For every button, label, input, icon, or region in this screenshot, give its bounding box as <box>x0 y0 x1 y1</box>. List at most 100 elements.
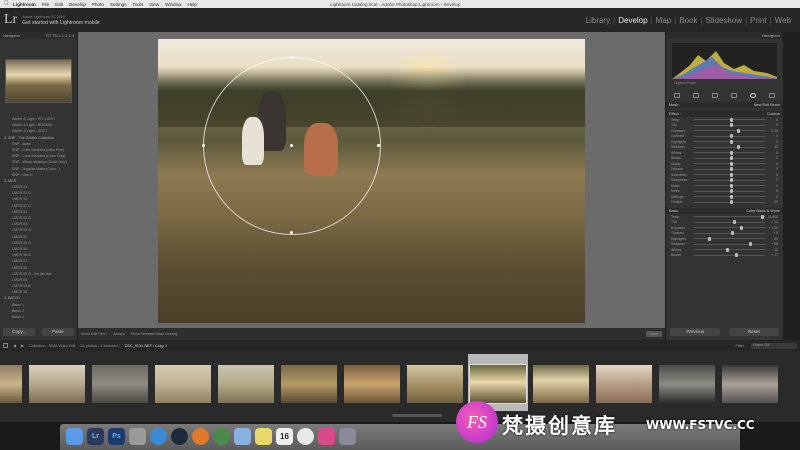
menu-tools[interactable]: Tools <box>133 2 144 7</box>
module-develop[interactable]: Develop <box>615 16 650 25</box>
radial-slider-knob[interactable] <box>729 178 733 183</box>
done-button[interactable]: Done <box>646 331 662 337</box>
launchpad-icon[interactable] <box>129 428 146 445</box>
basic-slider-value[interactable]: + 14 <box>768 220 778 224</box>
safari-icon[interactable] <box>150 428 167 445</box>
spot-removal-icon[interactable] <box>693 93 699 98</box>
radial-slider-value[interactable]: 0 <box>768 134 778 138</box>
radial-slider-knob[interactable] <box>729 156 733 161</box>
grid-view-icon[interactable] <box>3 343 8 348</box>
menu-develop[interactable]: Develop <box>69 2 86 7</box>
photoshop-icon[interactable]: Ps <box>108 428 125 445</box>
finder-icon[interactable] <box>66 428 83 445</box>
effect-select[interactable]: Custom <box>767 112 780 116</box>
navigator-header[interactable]: Navigator FIT FILL 1:1 1:4 <box>0 32 77 39</box>
menu-file[interactable]: File <box>42 2 49 7</box>
basic-slider-track[interactable] <box>694 231 765 236</box>
module-book[interactable]: Book <box>676 16 700 25</box>
graduated-filter-icon[interactable] <box>731 93 737 98</box>
mask-edit[interactable]: Edit <box>762 103 769 107</box>
edit-pins-select[interactable]: Always <box>113 332 124 336</box>
radial-slider-value[interactable]: 0.18 <box>768 129 778 133</box>
radial-slider-knob[interactable] <box>736 128 740 133</box>
basic-slider-knob[interactable] <box>735 253 739 258</box>
basic-slider-track[interactable] <box>694 247 765 252</box>
radial-slider-track[interactable] <box>694 183 765 188</box>
radial-slider-value[interactable]: 0 <box>768 118 778 122</box>
radial-slider-track[interactable] <box>694 117 765 122</box>
radial-slider-knob[interactable] <box>729 134 733 139</box>
radial-slider-track[interactable] <box>694 150 765 155</box>
basic-slider-track[interactable] <box>694 236 765 241</box>
basic-slider-track[interactable] <box>694 214 765 219</box>
mail-icon[interactable] <box>234 428 251 445</box>
basic-slider-value[interactable]: + 5 <box>768 231 778 235</box>
filmstrip-thumb[interactable] <box>153 354 213 411</box>
module-library[interactable]: Library <box>583 16 613 25</box>
filmstrip-thumb[interactable] <box>531 354 591 411</box>
red-eye-icon[interactable] <box>712 93 718 98</box>
feather-slider[interactable] <box>694 200 765 205</box>
identity-plate[interactable]: Lr Adobe Lightroom CC 2015 Get started w… <box>4 13 100 27</box>
filmstrip-thumb[interactable] <box>279 354 339 411</box>
radial-slider-track[interactable] <box>694 123 765 128</box>
radial-center-pin[interactable] <box>290 144 293 147</box>
mask-overlay-checkbox[interactable]: Show Selected Mask Overlay <box>131 332 178 336</box>
module-web[interactable]: Web <box>772 16 794 25</box>
radial-slider-track[interactable] <box>694 161 765 166</box>
basic-slider-knob[interactable] <box>725 247 729 252</box>
module-slideshow[interactable]: Slideshow <box>703 16 745 25</box>
basic-slider-value[interactable]: + 1.30 <box>768 226 778 230</box>
menu-help[interactable]: Help <box>187 2 196 7</box>
basic-slider-knob[interactable] <box>708 236 712 241</box>
filter-select[interactable]: Filters Off <box>751 342 797 349</box>
mask-brush[interactable]: Brush <box>770 103 780 107</box>
radial-slider-track[interactable] <box>694 134 765 139</box>
radial-slider-value[interactable]: 0 <box>768 184 778 188</box>
filmstrip-thumb[interactable] <box>342 354 402 411</box>
radial-slider-value[interactable]: 0 <box>768 189 778 193</box>
basic-slider-track[interactable] <box>694 242 765 247</box>
basic-slider-value[interactable]: + 17 <box>768 253 778 257</box>
radial-filter-icon[interactable] <box>750 93 756 98</box>
file-name[interactable]: DSC_9131.NEF / Copy 1 <box>125 344 167 348</box>
collection-name[interactable]: Collection : SNM Video Edit <box>29 344 76 348</box>
filmstrip-thumb[interactable] <box>0 354 24 411</box>
basic-slider-track[interactable] <box>694 253 765 258</box>
basic-slider-track[interactable] <box>694 220 765 225</box>
radial-slider-value[interactable]: 12 <box>768 145 778 149</box>
feather-value[interactable]: 50 <box>768 200 778 204</box>
crop-tool-icon[interactable] <box>674 93 680 98</box>
radial-slider-track[interactable] <box>694 128 765 133</box>
basic-slider-knob[interactable] <box>761 214 765 219</box>
steam-icon[interactable] <box>171 428 188 445</box>
copy-button[interactable]: Copy... <box>3 328 36 336</box>
radial-slider-knob[interactable] <box>729 183 733 188</box>
filmstrip-thumb[interactable] <box>594 354 654 411</box>
basic-slider-value[interactable]: - 80 <box>768 237 778 241</box>
radial-filter-overlay[interactable] <box>202 56 381 235</box>
navigator-zoom-options[interactable]: FIT FILL 1:1 1:4 <box>46 33 74 38</box>
preset-item[interactable]: SNP - Warm Meadow (Color Only) <box>0 159 77 165</box>
basic-slider-knob[interactable] <box>740 225 744 230</box>
radial-slider-value[interactable]: 0 <box>768 178 778 182</box>
radial-slider-track[interactable] <box>694 156 765 161</box>
menu-view[interactable]: View <box>149 2 159 7</box>
filmstrip-thumb[interactable] <box>405 354 465 411</box>
notes-icon[interactable] <box>255 428 272 445</box>
basic-slider-knob[interactable] <box>749 242 753 247</box>
photo-canvas[interactable] <box>78 32 665 328</box>
basic-slider-knob[interactable] <box>730 231 734 236</box>
histogram-header[interactable]: Histogram <box>666 32 783 39</box>
filmstrip-thumb[interactable] <box>90 354 150 411</box>
treatment-color[interactable]: Color <box>746 209 755 213</box>
radial-slider-value[interactable]: 0 <box>768 173 778 177</box>
previous-button[interactable]: Previous <box>670 328 721 336</box>
menu-window[interactable]: Window <box>165 2 181 7</box>
module-map[interactable]: Map <box>653 16 675 25</box>
radial-handle-top[interactable] <box>290 56 293 59</box>
basic-slider-track[interactable] <box>694 225 765 230</box>
itunes-icon[interactable] <box>318 428 335 445</box>
menu-lightroom[interactable]: Lightroom <box>13 2 36 7</box>
radial-handle-right[interactable] <box>377 144 380 147</box>
